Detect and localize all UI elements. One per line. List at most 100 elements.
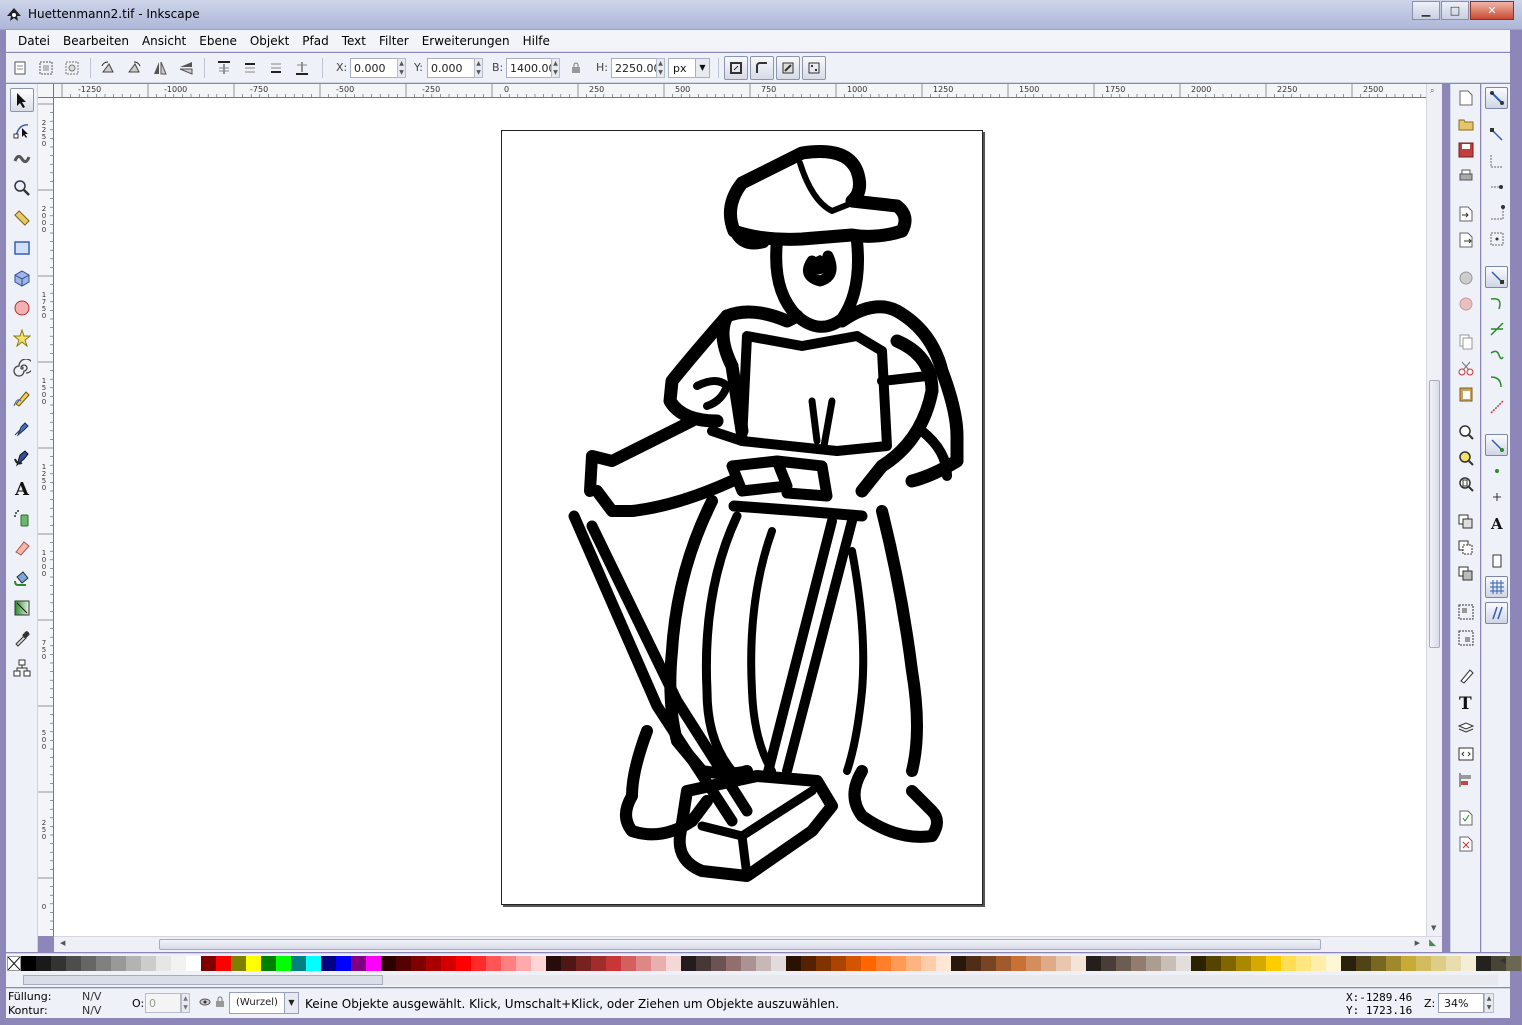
color-swatch[interactable] [666, 956, 681, 971]
color-swatch[interactable] [846, 956, 861, 971]
scroll-right-icon[interactable]: ▶ [1415, 939, 1420, 947]
snap-others-icon[interactable] [1485, 434, 1508, 456]
unlink-clone-icon[interactable] [1456, 564, 1476, 584]
horizontal-scroll-thumb[interactable] [159, 939, 1321, 950]
horizontal-scrollbar[interactable]: ◀ ▶ ◣ [54, 936, 1442, 952]
color-swatch[interactable] [1356, 956, 1371, 971]
scale-stroke-toggle[interactable] [724, 56, 748, 80]
color-swatch[interactable] [771, 956, 786, 971]
color-swatch[interactable] [1086, 956, 1101, 971]
color-swatch[interactable] [396, 956, 411, 971]
color-swatch[interactable] [21, 956, 36, 971]
document-properties-icon[interactable] [1456, 808, 1476, 828]
gradient-tool-icon[interactable] [10, 596, 34, 620]
color-swatch[interactable] [336, 956, 351, 971]
color-swatch[interactable] [36, 956, 51, 971]
color-swatch[interactable] [366, 956, 381, 971]
color-swatch[interactable] [756, 956, 771, 971]
snap-guides-icon[interactable] [1485, 602, 1508, 624]
flip-horizontal-icon[interactable] [150, 58, 170, 78]
menu-filter[interactable]: Filter [373, 34, 416, 48]
color-swatch[interactable] [696, 956, 711, 971]
color-swatch[interactable] [156, 956, 171, 971]
color-swatch[interactable] [456, 956, 471, 971]
open-document-icon[interactable] [1456, 114, 1476, 134]
layer-visibility-icon[interactable] [199, 996, 211, 1011]
color-swatch[interactable] [1071, 956, 1086, 971]
menu-objekt[interactable]: Objekt [244, 34, 296, 48]
x-field[interactable]: 0.000 [350, 58, 398, 78]
palette-scrollbar[interactable] [23, 975, 1498, 985]
color-swatch[interactable] [1251, 956, 1266, 971]
duplicate-icon[interactable] [1456, 512, 1476, 532]
color-swatch[interactable] [216, 956, 231, 971]
snap-intersection-icon[interactable] [1485, 318, 1508, 340]
color-swatch[interactable] [411, 956, 426, 971]
unit-select[interactable]: px ▼ [668, 58, 710, 78]
menu-ansicht[interactable]: Ansicht [136, 34, 193, 48]
menu-bearbeiten[interactable]: Bearbeiten [57, 34, 136, 48]
color-swatch[interactable] [111, 956, 126, 971]
color-swatch[interactable] [276, 956, 291, 971]
miner-figure-image[interactable] [502, 131, 984, 906]
color-swatch[interactable] [1191, 956, 1206, 971]
layer-lock-icon[interactable] [214, 996, 226, 1011]
color-swatch[interactable] [246, 956, 261, 971]
align-distribute-icon[interactable] [1456, 770, 1476, 790]
lower-icon[interactable] [266, 58, 286, 78]
flip-vertical-icon[interactable] [176, 58, 196, 78]
color-swatch[interactable] [1236, 956, 1251, 971]
ellipse-tool-icon[interactable] [10, 296, 34, 320]
scroll-left-icon[interactable]: ◀ [60, 939, 65, 947]
pencil-tool-icon[interactable] [10, 386, 34, 410]
tweak-tool-icon[interactable] [10, 146, 34, 170]
height-spinner[interactable]: ▲ ▼ [656, 58, 665, 78]
color-swatch[interactable] [381, 956, 396, 971]
raise-to-top-icon[interactable] [214, 58, 234, 78]
color-swatch[interactable] [1221, 956, 1236, 971]
select-all-layers-icon[interactable] [36, 58, 56, 78]
color-swatch[interactable] [921, 956, 936, 971]
color-swatch[interactable] [906, 956, 921, 971]
eraser-tool-icon[interactable] [10, 536, 34, 560]
color-swatch[interactable] [261, 956, 276, 971]
current-layer-select[interactable]: (Wurzel) ▼ [229, 992, 299, 1014]
color-swatch[interactable] [1161, 956, 1176, 971]
color-swatch[interactable] [786, 956, 801, 971]
color-swatch[interactable] [1026, 956, 1041, 971]
copy-icon[interactable] [1456, 332, 1476, 352]
no-paint-swatch[interactable] [7, 956, 21, 971]
document-page[interactable] [501, 130, 983, 905]
color-swatch[interactable] [576, 956, 591, 971]
color-swatch[interactable] [966, 956, 981, 971]
horizontal-ruler[interactable]: -1250 -1000 -750 -500 -250 0 250 500 750… [54, 84, 1426, 98]
zoom-page-icon[interactable] [1456, 474, 1476, 494]
color-swatch[interactable] [51, 956, 66, 971]
color-swatch[interactable] [186, 956, 201, 971]
y-field[interactable]: 0.000 [427, 58, 475, 78]
new-document-icon[interactable] [1456, 88, 1476, 108]
dropper-tool-icon[interactable] [10, 626, 34, 650]
color-swatch[interactable] [1146, 956, 1161, 971]
color-swatch[interactable] [1506, 956, 1521, 971]
paint-bucket-tool-icon[interactable] [10, 566, 34, 590]
snap-enable-icon[interactable] [1485, 87, 1508, 109]
color-swatch[interactable] [936, 956, 951, 971]
select-all-icon[interactable] [10, 58, 30, 78]
color-swatch[interactable] [996, 956, 1011, 971]
color-swatch[interactable] [81, 956, 96, 971]
color-swatch[interactable] [486, 956, 501, 971]
maximize-button[interactable]: □ [1441, 1, 1469, 20]
color-swatch[interactable] [1281, 956, 1296, 971]
color-swatch[interactable] [1371, 956, 1386, 971]
color-swatch[interactable] [1131, 956, 1146, 971]
color-swatch[interactable] [426, 956, 441, 971]
color-swatch[interactable] [816, 956, 831, 971]
vertical-ruler[interactable]: 2250 2000 1750 1500 1250 1000 750 500 25… [38, 98, 54, 936]
snap-page-border-icon[interactable] [1485, 550, 1508, 572]
snap-grids-icon[interactable] [1485, 576, 1508, 598]
raise-icon[interactable] [240, 58, 260, 78]
color-swatch[interactable] [231, 956, 246, 971]
xml-editor-icon[interactable] [1456, 744, 1476, 764]
color-swatch[interactable] [621, 956, 636, 971]
